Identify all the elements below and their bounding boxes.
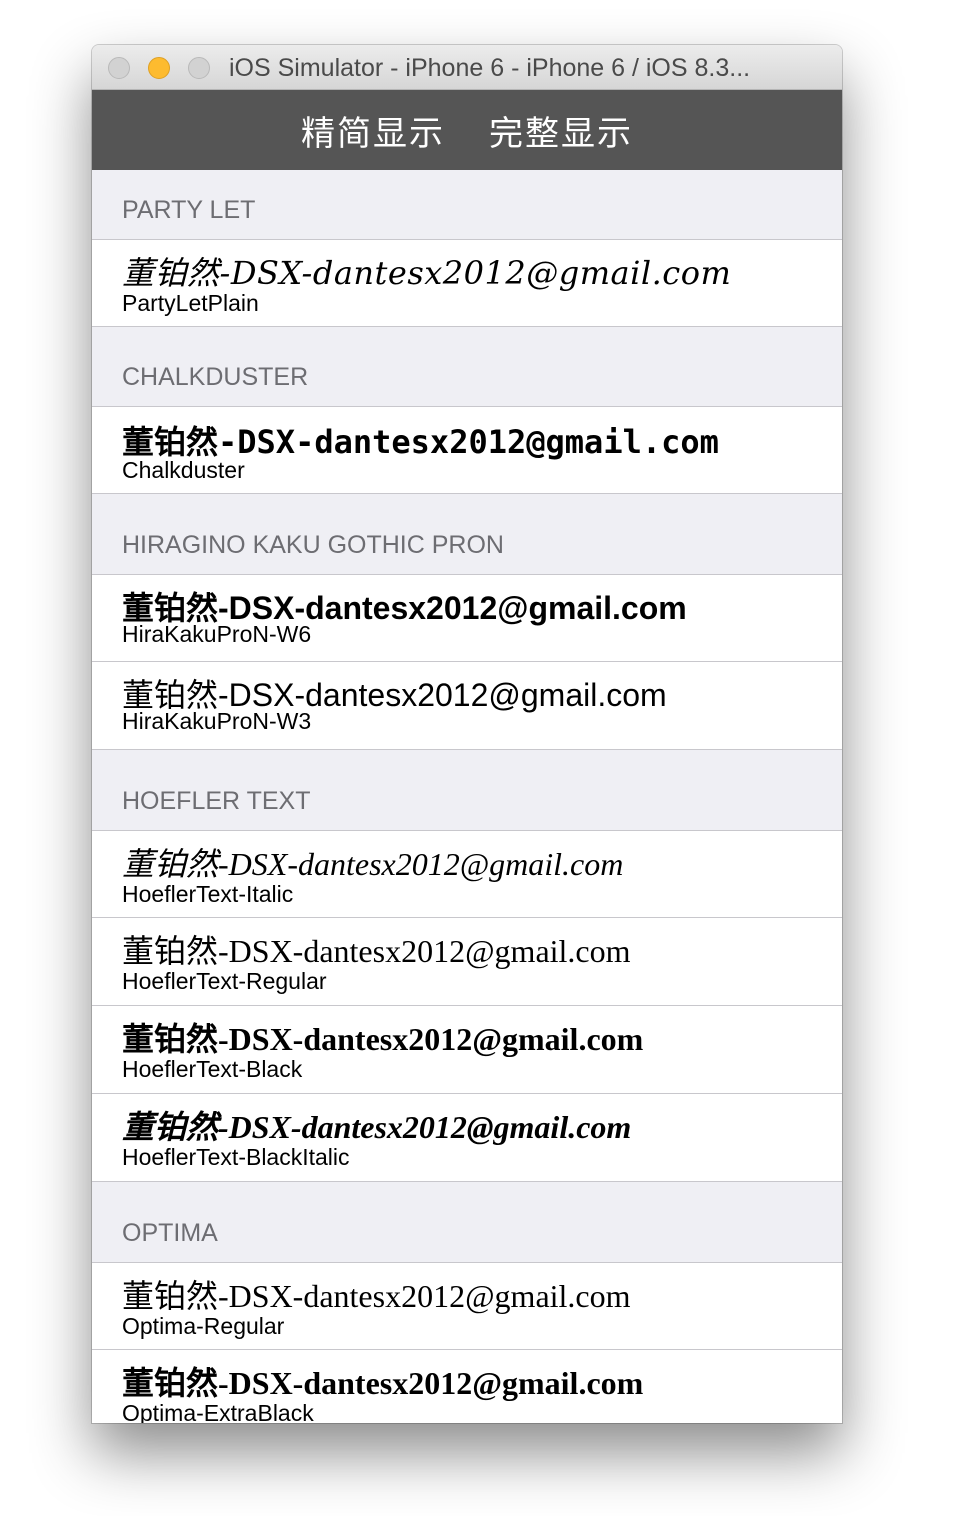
list-item[interactable]: 董铂然-DSX-dantesx2012@gmail.com HoeflerTex… [92, 1006, 842, 1094]
list-item[interactable]: 董铂然-DSX-dantesx2012@gmail.com HiraKakuPr… [92, 575, 842, 662]
section-header-label: HOEFLER TEXT [122, 787, 311, 815]
font-name-label: HoeflerText-Black [122, 1056, 303, 1082]
font-name-label: Optima-Regular [122, 1313, 285, 1339]
navigation-bar: 精简显示 完整显示 [92, 90, 842, 170]
window-title: iOS Simulator - iPhone 6 - iPhone 6 / iO… [229, 54, 751, 82]
segment-simplified-display[interactable]: 精简显示 [301, 106, 445, 155]
font-name-label: Optima-ExtraBlack [122, 1400, 314, 1423]
list-item[interactable]: 董铂然-DSX-dantesx2012@gmail.com Chalkduste… [92, 407, 842, 494]
section-header-label: HIRAGINO KAKU GOTHIC PRON [122, 531, 504, 559]
font-name-label: HiraKakuProN-W3 [122, 708, 312, 734]
list-item[interactable]: 董铂然-DSX-dantesx2012@gmail.com Optima-Reg… [92, 1263, 842, 1350]
font-sample-text: 董铂然-DSX-dantesx2012@gmail.com [122, 1278, 631, 1314]
list-item[interactable]: 董铂然-DSX-dantesx2012@gmail.com Optima-Ext… [92, 1350, 842, 1423]
font-name-label: Chalkduster [122, 457, 245, 483]
font-list[interactable]: PARTY LET 董铂然-DSX-dantesx2012@gmail.com … [92, 170, 842, 1423]
font-sample-text: 董铂然-DSX-dantesx2012@gmail.com [122, 846, 624, 882]
font-name-label: HoeflerText-Italic [122, 881, 294, 907]
title-bar[interactable]: iOS Simulator - iPhone 6 - iPhone 6 / iO… [92, 45, 842, 90]
list-item[interactable]: 董铂然-DSX-dantesx2012@gmail.com HoeflerTex… [92, 831, 842, 918]
section-header-label: OPTIMA [122, 1219, 218, 1247]
section-header: OPTIMA [92, 1194, 842, 1263]
section-header: PARTY LET [92, 170, 842, 240]
section-header: HIRAGINO KAKU GOTHIC PRON [92, 506, 842, 575]
section-header-label: CHALKDUSTER [122, 363, 309, 391]
font-name-label: HoeflerText-Regular [122, 968, 327, 994]
font-name-label: HiraKakuProN-W6 [122, 621, 312, 647]
simulator-window: iOS Simulator - iPhone 6 - iPhone 6 / iO… [92, 45, 842, 1423]
list-item[interactable]: 董铂然-DSX-dantesx2012@gmail.com HoeflerTex… [92, 1094, 842, 1182]
section-header: HOEFLER TEXT [92, 762, 842, 831]
list-item[interactable]: 董铂然-DSX-dantesx2012@gmail.com HoeflerTex… [92, 918, 842, 1006]
section-header-label: PARTY LET [122, 196, 256, 224]
segment-full-display[interactable]: 完整显示 [489, 106, 633, 155]
font-name-label: HoeflerText-BlackItalic [122, 1144, 350, 1170]
font-sample-text: 董铂然-DSX-dantesx2012@gmail.com [122, 1365, 644, 1401]
font-sample-text: 董铂然-DSX-dantesx2012@gmail.com [122, 254, 732, 292]
section-header: CHALKDUSTER [92, 339, 842, 407]
close-button[interactable] [108, 57, 130, 79]
minimize-button[interactable] [148, 57, 170, 79]
list-item[interactable]: 董铂然-DSX-dantesx2012@gmail.com HiraKakuPr… [92, 662, 842, 750]
font-name-label: PartyLetPlain [122, 290, 259, 316]
font-sample-text: 董铂然-DSX-dantesx2012@gmail.com [122, 933, 631, 969]
list-item[interactable]: 董铂然-DSX-dantesx2012@gmail.com PartyLetPl… [92, 240, 842, 327]
iphone-screen: 精简显示 完整显示 PARTY LET 董铂然-DSX-dantesx2012@… [92, 90, 842, 1423]
zoom-button[interactable] [188, 57, 210, 79]
font-sample-text: 董铂然-DSX-dantesx2012@gmail.com [122, 1109, 632, 1145]
font-sample-text: 董铂然-DSX-dantesx2012@gmail.com [122, 1021, 644, 1057]
